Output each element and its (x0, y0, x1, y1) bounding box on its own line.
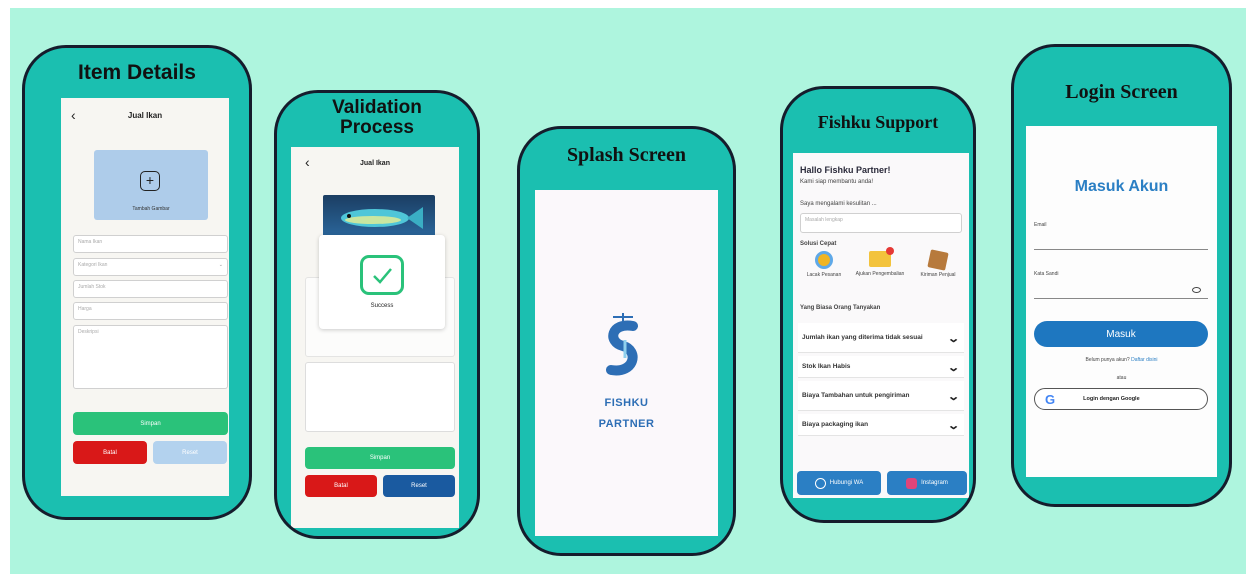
or-separator: atau (1116, 375, 1127, 381)
email-input[interactable] (1034, 230, 1208, 250)
caption-item-details: Item Details (78, 61, 196, 84)
dropdown-chevron-icon: ⌄ (218, 262, 223, 268)
quick-item-label: Lacak Pesanan (806, 272, 842, 278)
register-prompt-row: Belum punya akun? Daftar disini (1026, 357, 1217, 363)
quick-item-label: Kiriman Penjual (920, 272, 956, 278)
faq-title: Yang Biasa Orang Tanyakan (800, 305, 881, 311)
instagram-button[interactable]: Instagram (887, 471, 967, 495)
faq-item[interactable]: Stok Ikan Habis ⌄ (798, 356, 964, 378)
save-button[interactable]: Simpan (73, 412, 228, 435)
reset-button[interactable]: Reset (383, 475, 455, 497)
whatsapp-button[interactable]: Hubungi WA (797, 471, 881, 495)
login-button[interactable]: Masuk (1034, 321, 1208, 347)
caption-login: Login Screen (1065, 81, 1178, 103)
instagram-icon (906, 477, 918, 489)
register-prompt: Belum punya akun? (1085, 357, 1130, 363)
faq-question: Biaya Tambahan untuk pengiriman (802, 392, 910, 399)
stock-field[interactable]: Jumlah Stok (73, 280, 228, 298)
problem-input[interactable]: Masalah lengkap (800, 213, 962, 233)
phone-validation: Validation Process ‹ Jual Ikan Success S… (274, 90, 480, 539)
price-field[interactable]: Harga (73, 302, 228, 320)
brand-line-1: FISHKU (604, 397, 649, 409)
mail-icon (869, 247, 894, 267)
phone-login: Login Screen Masuk Akun Email Kata Sandi… (1011, 44, 1232, 507)
fish-name-field[interactable]: Nama Ikan (73, 235, 228, 253)
cancel-button[interactable]: Batal (73, 441, 147, 464)
header-title: Jual Ikan (127, 111, 163, 120)
password-input[interactable] (1034, 279, 1208, 299)
google-icon: G (1045, 391, 1056, 407)
caption-validation: Validation Process (332, 97, 422, 138)
item-details-screen: ‹ Jual Ikan + Tambah Gambar Nama Ikan Ka… (61, 98, 229, 496)
success-text: Success (370, 303, 394, 309)
chevron-down-icon: ⌄ (946, 361, 960, 374)
faq-item[interactable]: Biaya packaging ikan ⌄ (798, 414, 964, 436)
checkmark-icon (360, 255, 404, 295)
quick-solution-title: Solusi Cepat (800, 241, 837, 247)
whatsapp-label: Hubungi WA (829, 480, 864, 486)
reset-button[interactable]: Reset (153, 441, 227, 464)
image-upload-box[interactable]: + Tambah Gambar (94, 150, 208, 220)
upload-label: Tambah Gambar (132, 206, 170, 212)
save-button[interactable]: Simpan (305, 447, 455, 469)
fishku-logo-icon (606, 313, 638, 376)
quick-item-track-order[interactable]: Lacak Pesanan (797, 251, 851, 295)
fish-category-select[interactable]: Kategori Ikan ⌄ (73, 258, 228, 276)
instagram-label: Instagram (921, 480, 948, 486)
faq-item[interactable]: Jumlah ikan yang diterima tidak sesuai ⌄ (798, 323, 964, 353)
caption-support: Fishku Support (817, 112, 939, 132)
subtitle: Kami siap membantu anda! (800, 179, 874, 185)
description-field[interactable]: Deskripsi (73, 325, 228, 389)
cancel-button[interactable]: Batal (305, 475, 377, 497)
phone-item-details: Item Details ‹ Jual Ikan + Tambah Gambar… (22, 45, 252, 520)
check-glyph (373, 268, 392, 284)
whatsapp-icon (814, 477, 826, 489)
brand-line-2: PARTNER (598, 418, 655, 430)
chevron-down-icon: ⌄ (946, 390, 960, 403)
chevron-down-icon: ⌄ (946, 419, 960, 432)
splash-screen: FISHKU PARTNER (535, 190, 718, 536)
faq-question: Jumlah ikan yang diterima tidak sesuai (802, 334, 923, 341)
success-dialog: Success (319, 235, 445, 329)
faq-question: Stok Ikan Habis (802, 363, 851, 370)
package-icon (927, 249, 949, 271)
quick-item-seller[interactable]: Kiriman Penjual (911, 249, 965, 295)
header-title: Jual Ikan (360, 160, 390, 167)
faq-item[interactable]: Biaya Tambahan untuk pengiriman ⌄ (798, 381, 964, 411)
chevron-down-icon: ⌄ (946, 332, 960, 345)
faq-question: Biaya packaging ikan (802, 421, 869, 428)
support-screen: Hallo Fishku Partner! Kami siap membantu… (793, 153, 969, 498)
register-link[interactable]: Daftar disini (1131, 357, 1157, 363)
category-placeholder: Kategori Ikan (78, 262, 108, 268)
quick-item-label: Ajukan Pengembalian (855, 271, 905, 277)
google-login-button[interactable]: G Login dengan Google (1034, 388, 1208, 410)
problem-prompt: Saya mengalami kesulitan ... (800, 201, 877, 207)
password-label: Kata Sandi (1034, 271, 1059, 277)
google-button-label: Login dengan Google (1083, 396, 1140, 402)
quick-item-return[interactable]: Ajukan Pengembalian (853, 247, 907, 295)
login-screen: Masuk Akun Email Kata Sandi Masuk Belum … (1026, 126, 1217, 477)
description-under-dialog (305, 362, 455, 432)
greeting: Hallo Fishku Partner! (800, 165, 891, 175)
add-image-icon: + (140, 171, 160, 191)
phone-support: Fishku Support Hallo Fishku Partner! Kam… (780, 86, 976, 523)
order-tracking-icon (815, 251, 833, 269)
email-label: Email (1034, 222, 1047, 228)
eye-icon[interactable] (1192, 287, 1201, 293)
login-heading: Masuk Akun (1074, 178, 1169, 195)
phone-splash: Splash Screen FISHKU PARTNER (517, 126, 736, 556)
caption-splash: Splash Screen (566, 144, 687, 166)
validation-screen: ‹ Jual Ikan Success Simpan Batal Reset (291, 147, 459, 528)
mockup-canvas: Item Details ‹ Jual Ikan + Tambah Gambar… (10, 8, 1246, 574)
